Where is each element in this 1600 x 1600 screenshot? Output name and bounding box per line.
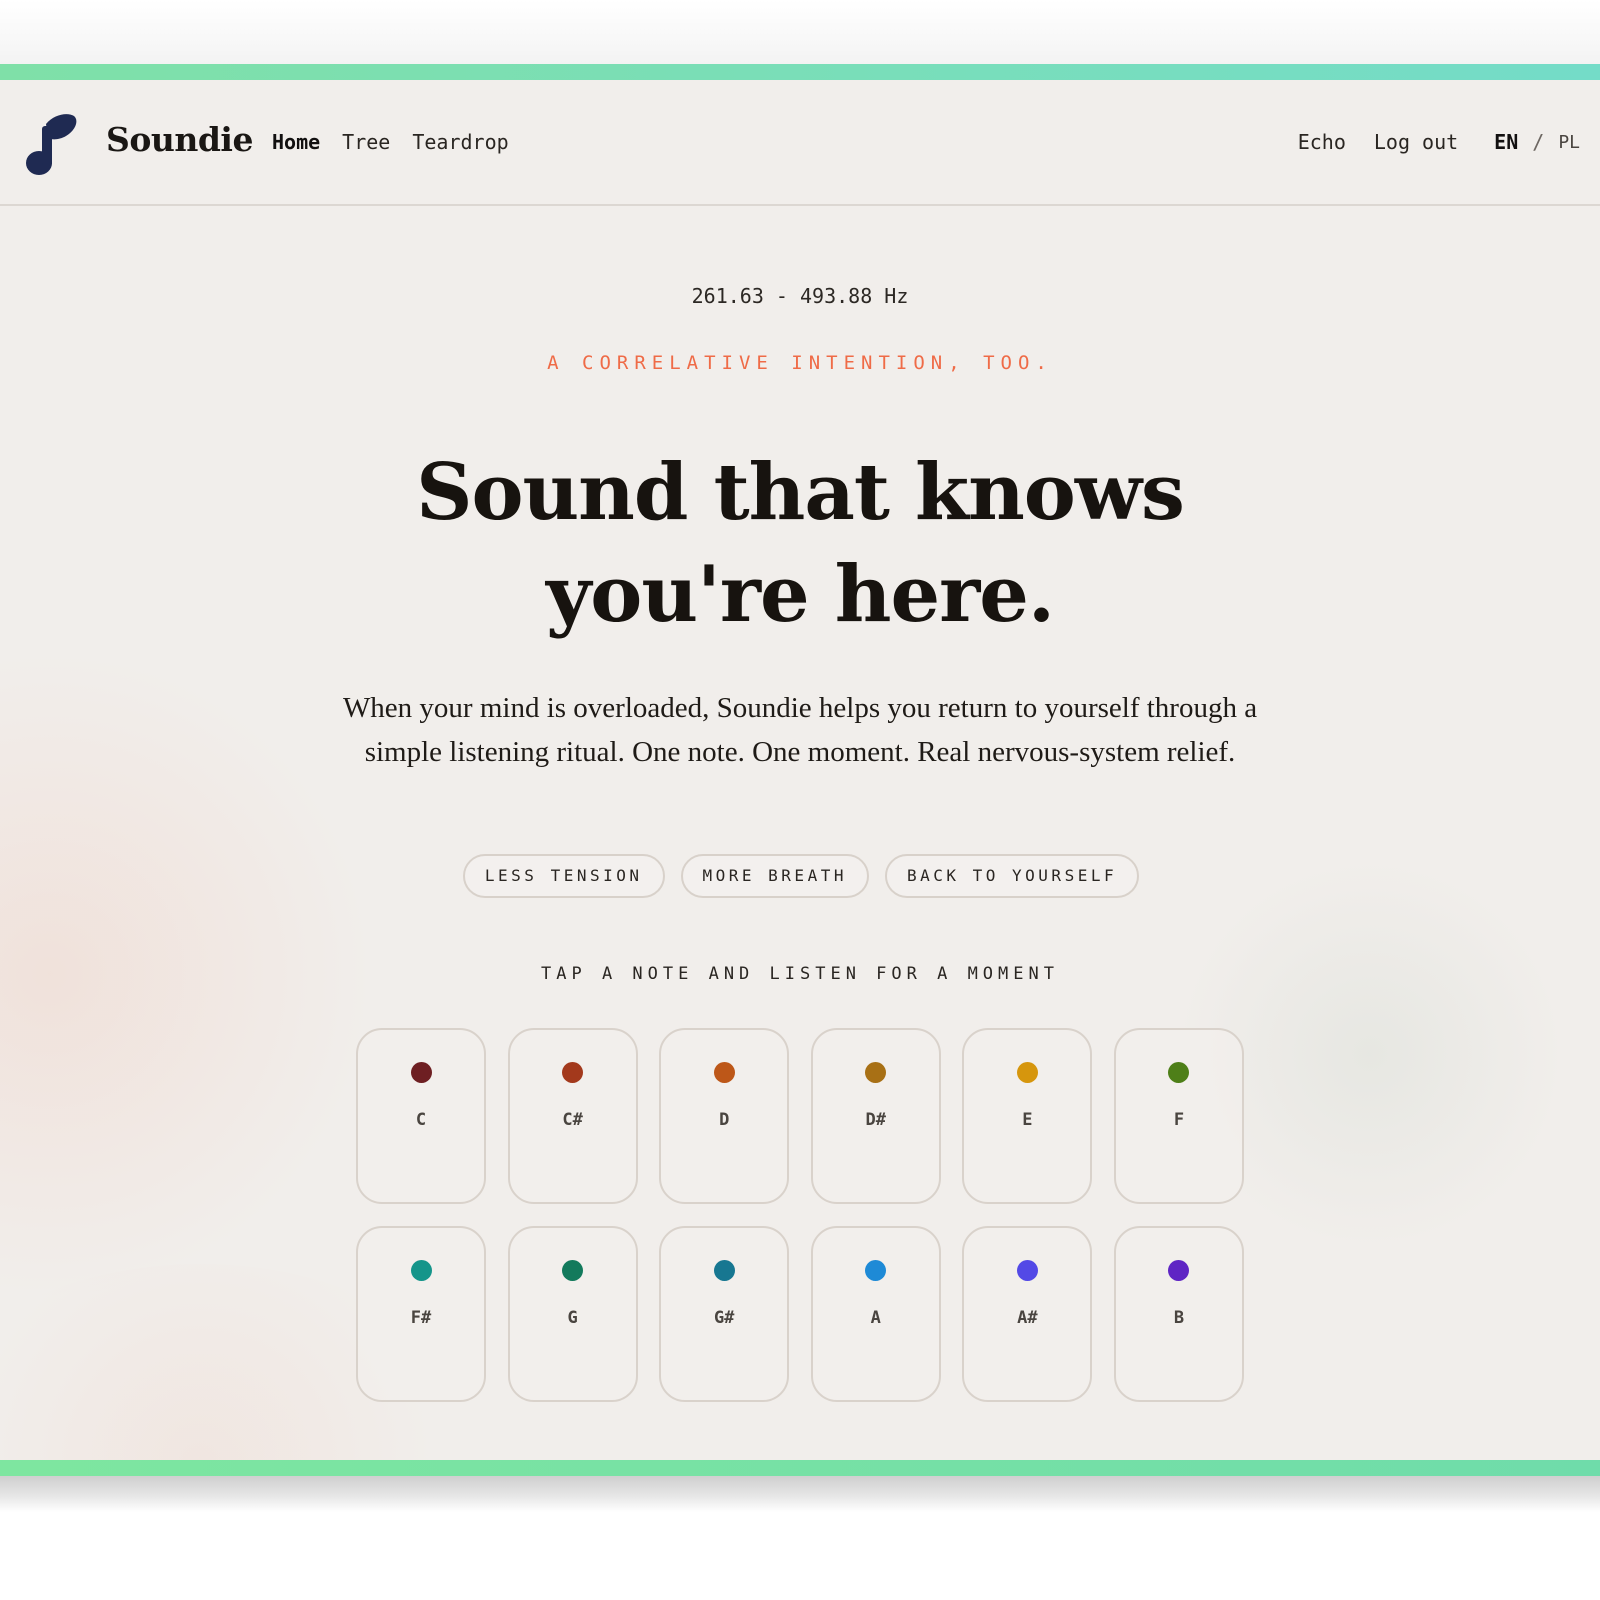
- nav-echo[interactable]: Echo: [1298, 130, 1346, 154]
- note-name: C#: [562, 1110, 583, 1130]
- note-name: B: [1173, 1308, 1185, 1328]
- note-color-dot: [713, 1260, 735, 1281]
- note-color-dot: [1016, 1260, 1038, 1281]
- note-color-dot: [562, 1260, 584, 1281]
- nav-teardrop[interactable]: Teardrop: [412, 130, 508, 154]
- headline-line-1: Sound that knows: [416, 447, 1185, 538]
- hero-kicker: A CORRELATIVE INTENTION, TOO.: [547, 352, 1053, 374]
- viewport-shadow: [0, 1476, 1600, 1512]
- account-nav: Echo Log out EN / PL: [1298, 130, 1580, 154]
- note-name: G: [567, 1308, 578, 1328]
- browser-viewport: Soundie Home Tree Teardrop Echo Log out …: [0, 64, 1600, 1476]
- note-card[interactable]: C: [356, 1028, 486, 1204]
- note-name: G#: [713, 1308, 735, 1328]
- nav-tree[interactable]: Tree: [342, 130, 390, 154]
- note-card[interactable]: F: [1113, 1028, 1244, 1204]
- note-name: F#: [410, 1308, 432, 1328]
- headline-line-2: you're here.: [545, 549, 1055, 640]
- pill-less-tension: LESS TENSION: [462, 854, 665, 898]
- pill-back-to-yourself: BACK TO YOURSELF: [884, 854, 1140, 898]
- note-card[interactable]: D: [659, 1028, 790, 1204]
- note-name: C: [415, 1110, 427, 1130]
- note-color-dot: [562, 1062, 584, 1083]
- note-grid: C C# D D# E F F# G G# A A# B: [356, 1028, 1244, 1402]
- note-color-dot: [410, 1062, 432, 1083]
- note-name: F: [1173, 1110, 1185, 1130]
- frequency-range: 261.63 - 493.88 Hz: [691, 284, 909, 308]
- logout-link[interactable]: Log out: [1374, 130, 1458, 154]
- note-color-dot: [865, 1260, 887, 1281]
- language-separator: /: [1532, 130, 1545, 154]
- nav-home[interactable]: Home: [272, 130, 320, 154]
- top-accent-bar: [0, 64, 1600, 80]
- note-card[interactable]: D#: [810, 1028, 941, 1204]
- benefit-pills: LESS TENSION MORE BREATH BACK TO YOURSEL…: [0, 854, 1600, 898]
- tap-instruction: TAP A NOTE AND LISTEN FOR A MOMENT: [541, 964, 1059, 984]
- note-color-dot: [1016, 1062, 1038, 1083]
- note-color-dot: [865, 1062, 887, 1083]
- hero-headline: Sound that knows you're here.: [0, 442, 1600, 646]
- note-card[interactable]: G: [507, 1226, 638, 1402]
- note-card[interactable]: C#: [507, 1028, 638, 1204]
- language-pl[interactable]: PL: [1558, 132, 1580, 153]
- note-name: D#: [865, 1110, 887, 1130]
- note-card[interactable]: E: [962, 1028, 1093, 1204]
- note-card[interactable]: A: [810, 1226, 941, 1402]
- note-name: D: [719, 1110, 730, 1130]
- note-color-dot: [1168, 1260, 1190, 1281]
- site-header: Soundie Home Tree Teardrop Echo Log out …: [0, 80, 1600, 206]
- note-color-dot: [1168, 1062, 1190, 1083]
- note-color-dot: [410, 1260, 432, 1281]
- note-card[interactable]: A#: [962, 1226, 1093, 1402]
- pill-more-breath: MORE BREATH: [680, 854, 869, 898]
- note-card[interactable]: G#: [659, 1226, 790, 1402]
- note-name: E: [1022, 1110, 1033, 1130]
- hero-subtitle: When your mind is overloaded, Soundie he…: [342, 692, 1258, 768]
- outer-backdrop: [0, 0, 1600, 64]
- note-name: A#: [1017, 1308, 1038, 1328]
- note-card[interactable]: B: [1113, 1226, 1244, 1402]
- note-name: A: [870, 1308, 881, 1328]
- bottom-accent-bar: [0, 1460, 1600, 1476]
- note-card[interactable]: F#: [356, 1226, 486, 1402]
- music-note-icon[interactable]: [24, 112, 82, 178]
- brand-name[interactable]: Soundie: [106, 120, 253, 159]
- note-color-dot: [713, 1062, 735, 1083]
- primary-nav: Home Tree Teardrop: [272, 130, 509, 154]
- language-en[interactable]: EN: [1494, 130, 1518, 154]
